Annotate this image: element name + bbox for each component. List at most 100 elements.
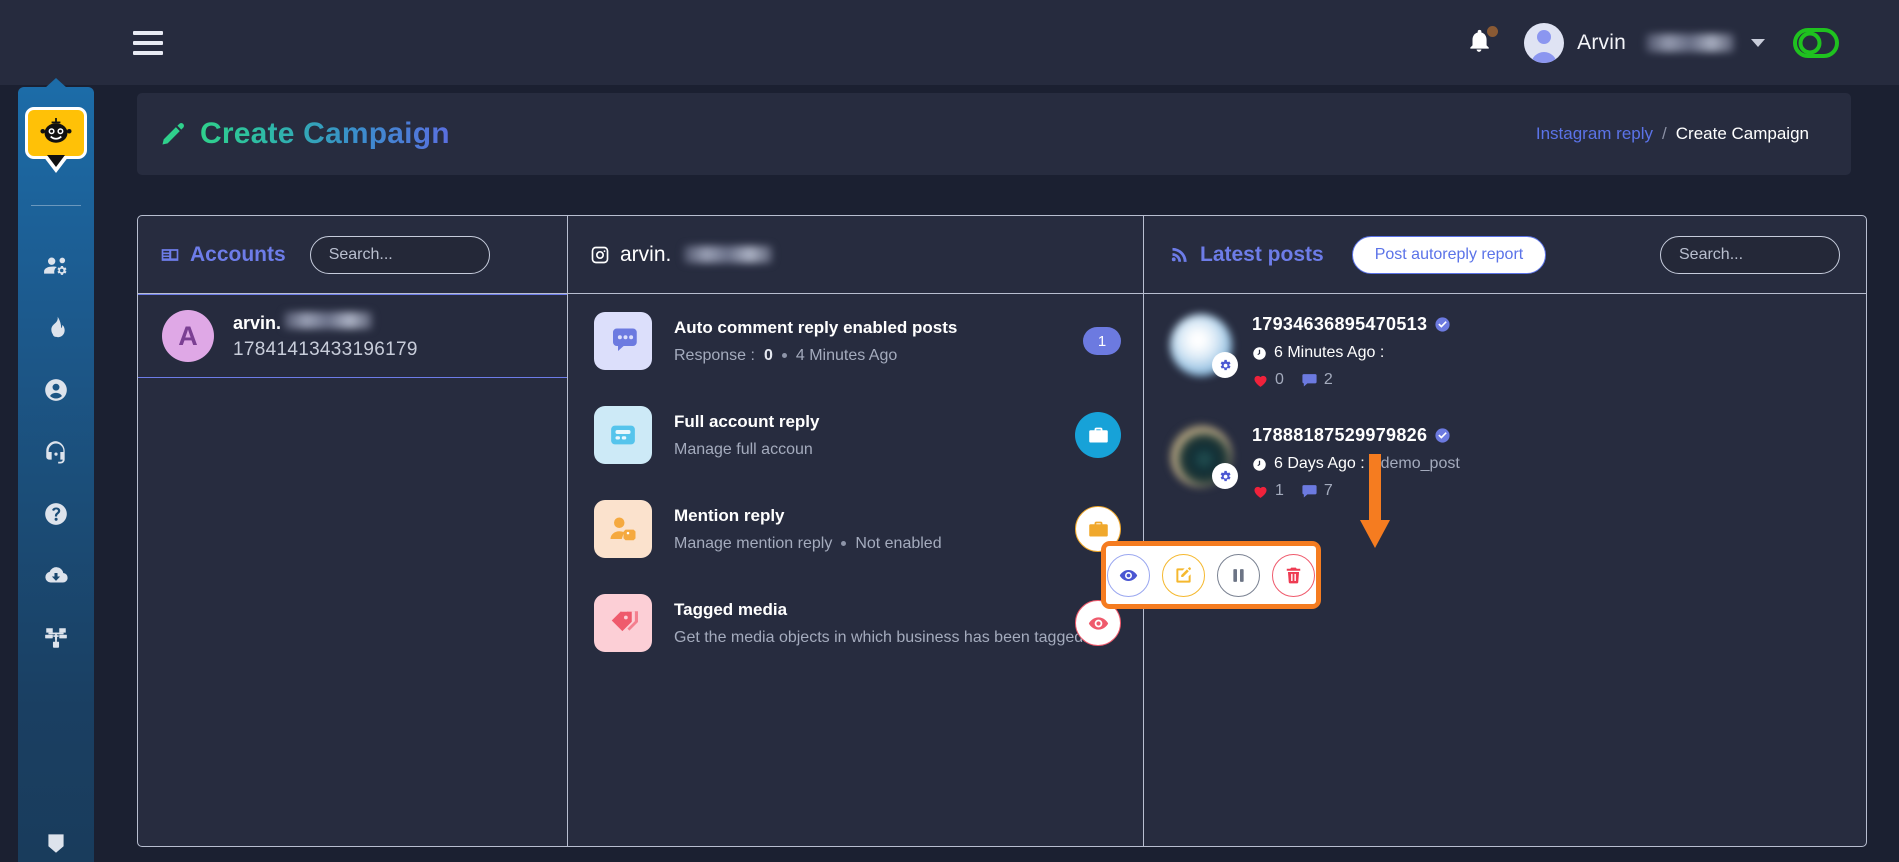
account-list-item[interactable]: A arvin. 17841413433196179 (138, 294, 567, 378)
accounts-search-input[interactable] (309, 235, 490, 274)
page-title: Create Campaign (200, 117, 450, 150)
trash-icon (1286, 567, 1301, 583)
post-list-item[interactable]: 17934636895470513 6 Minutes Ago : 0 2 (1144, 294, 1866, 405)
sidebar-item-help[interactable] (18, 483, 94, 545)
sidebar-expand-toggle[interactable] (18, 830, 94, 856)
latest-posts-panel: Latest posts Post autoreply report 17934… (1144, 216, 1866, 846)
sidebar-item-downloads[interactable] (18, 545, 94, 607)
main-content-card: Accounts A arvin. 17841413433196179 arvi… (137, 215, 1867, 847)
breadcrumb-parent-link[interactable]: Instagram reply (1536, 124, 1653, 144)
accounts-title-group: Accounts (160, 243, 286, 267)
breadcrumb-current: Create Campaign (1675, 124, 1809, 143)
eye-icon (1088, 616, 1108, 630)
heart-icon (1252, 372, 1269, 389)
heart-icon (1252, 483, 1269, 500)
user-name: Arvin (1577, 30, 1626, 54)
chatbot-logo-icon[interactable] (25, 107, 87, 167)
post-info: 17888187529979826 6 Days Ago : #demo_pos… (1252, 425, 1840, 500)
comment-icon (1301, 372, 1318, 389)
sidebar-item-sitemap[interactable] (18, 607, 94, 669)
post-stats: 0 2 (1252, 371, 1840, 389)
delete-action-button[interactable] (1272, 553, 1315, 597)
enabled-posts-count-badge[interactable]: 1 (1083, 327, 1121, 355)
post-autoreply-report-button[interactable]: Post autoreply report (1351, 235, 1547, 274)
verified-badge-icon (1434, 427, 1451, 444)
account-name: arvin. (233, 312, 282, 333)
post-settings-button[interactable] (1212, 463, 1238, 489)
list-item-subtitle: Manage full accoun (674, 441, 1053, 459)
post-comments: 2 (1301, 371, 1333, 389)
list-item-mention-reply[interactable]: Mention reply Manage mention reply Not e… (568, 482, 1143, 576)
edit-action-button[interactable] (1162, 553, 1205, 597)
accounts-panel-header: Accounts (138, 216, 567, 294)
mention-reply-text: Mention reply Manage mention reply Not e… (674, 506, 1053, 553)
chevron-down-icon[interactable] (1751, 38, 1765, 47)
list-item-subtitle: Manage mention reply Not enabled (674, 535, 1053, 553)
response-count: 0 (763, 346, 773, 364)
full-account-reply-text: Full account reply Manage full accoun (674, 412, 1053, 459)
bell-icon[interactable] (1466, 25, 1499, 60)
latest-posts-title: Latest posts (1200, 242, 1324, 266)
post-info: 17934636895470513 6 Minutes Ago : 0 2 (1252, 314, 1840, 389)
comments-count: 2 (1323, 371, 1333, 388)
gear-icon (1220, 359, 1231, 371)
headset-icon (46, 441, 65, 464)
instagram-account-title: arvin. (590, 242, 773, 267)
topbar-right-group: Arvin (1466, 22, 1839, 63)
post-thumbnail-wrap (1170, 425, 1238, 489)
instagram-account-name: arvin. (620, 242, 672, 266)
post-stats: 1 7 (1252, 482, 1840, 500)
full-account-reply-manage-button[interactable] (1075, 412, 1121, 458)
post-list-item[interactable]: 17888187529979826 6 Days Ago : #demo_pos… (1144, 405, 1866, 516)
gear-icon (1220, 470, 1231, 482)
list-item-title: Tagged media (674, 599, 788, 619)
sidebar-nav (18, 235, 94, 669)
account-name-row: arvin. (233, 311, 418, 334)
fire-icon (51, 316, 65, 338)
breadcrumb-separator: / (1662, 124, 1667, 143)
annotation-arrow (1360, 454, 1390, 550)
post-likes: 0 (1252, 371, 1284, 389)
post-time: 6 Minutes Ago : (1274, 344, 1385, 361)
post-id-line: 17888187529979826 (1252, 425, 1840, 446)
comment-icon (1301, 483, 1318, 500)
response-label: Response : (674, 346, 755, 364)
cloud-download-icon (45, 567, 68, 583)
action-buttons-popup (1101, 541, 1321, 609)
top-bar: Arvin (0, 0, 1899, 85)
sidebar-item-trending[interactable] (18, 297, 94, 359)
list-item-full-account-reply[interactable]: Full account reply Manage full accoun (568, 388, 1143, 482)
sidebar-item-support[interactable] (18, 421, 94, 483)
briefcase-icon (1088, 427, 1108, 442)
hamburger-menu-icon[interactable] (133, 30, 163, 55)
sidebar-item-profile[interactable] (18, 359, 94, 421)
instagram-icon (591, 246, 609, 263)
clock-icon (1253, 346, 1266, 360)
chevron-down-icon (48, 834, 64, 853)
sidebar-item-users[interactable] (18, 235, 94, 297)
tags-icon (594, 594, 652, 652)
list-item-subtitle: Get the media objects in which business … (674, 629, 1088, 647)
notification-dot (1487, 25, 1499, 37)
toggle-on-icon[interactable] (1793, 27, 1839, 58)
list-item-tagged-media[interactable]: Tagged media Get the media objects in wh… (568, 576, 1143, 670)
page-header: Create Campaign Instagram reply / Create… (137, 93, 1851, 175)
sitemap-icon (45, 628, 67, 648)
user-menu[interactable]: Arvin (1524, 22, 1765, 63)
view-action-button[interactable] (1107, 553, 1150, 597)
pause-action-button[interactable] (1217, 553, 1260, 597)
verified-badge-icon (1434, 316, 1451, 333)
post-settings-button[interactable] (1212, 352, 1238, 378)
post-thumbnail-wrap (1170, 314, 1238, 378)
list-item-subtitle: Response : 0 4 Minutes Ago (674, 347, 1061, 365)
campaign-panel-header: arvin. (568, 216, 1143, 294)
briefcase-icon (1088, 521, 1108, 536)
tagged-media-text: Tagged media Get the media objects in wh… (674, 599, 1088, 647)
post-time-row: 6 Days Ago : #demo_post (1252, 455, 1840, 473)
posts-search-input[interactable] (1660, 235, 1840, 274)
users-cog-icon (44, 257, 67, 275)
list-item-auto-comment-reply[interactable]: Auto comment reply enabled posts Respons… (568, 294, 1143, 388)
post-id: 17888187529979826 (1252, 425, 1428, 445)
avatar (1524, 22, 1565, 63)
account-name-redacted (284, 311, 373, 329)
